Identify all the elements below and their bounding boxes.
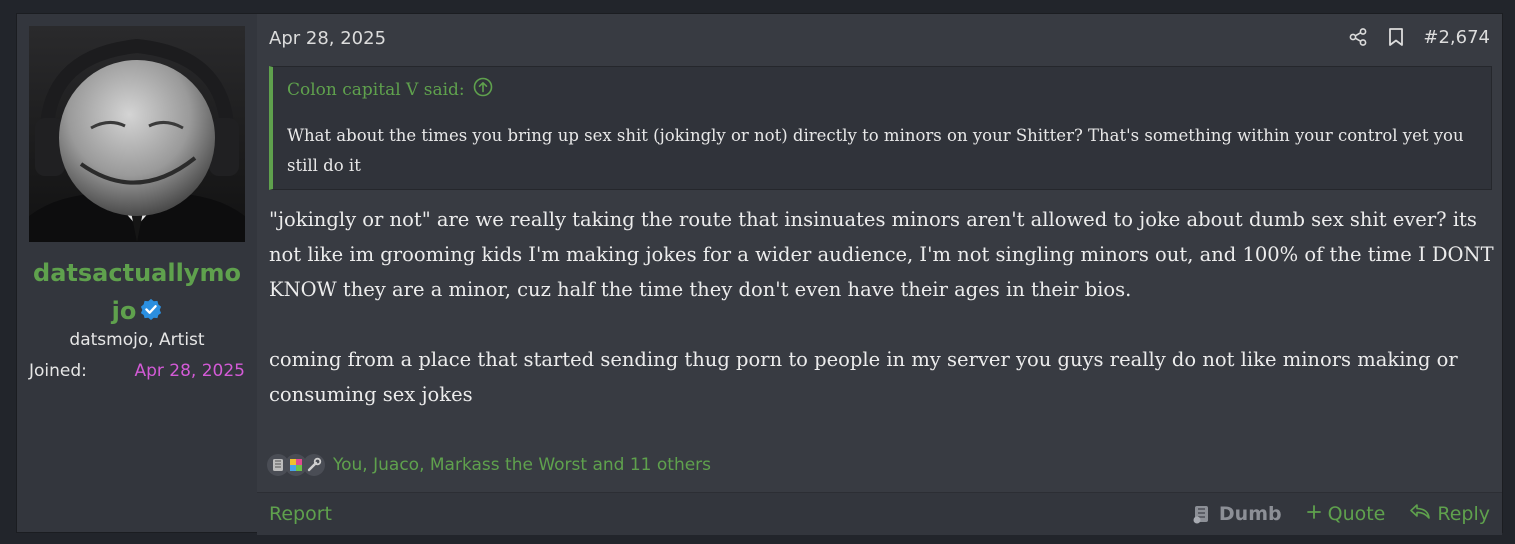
post-content: Apr 28, 2025 #2,674 Colon capital V said…	[257, 14, 1502, 535]
username-line-1[interactable]: datsactuallymo	[17, 254, 257, 292]
share-icon[interactable]	[1347, 26, 1369, 48]
jump-to-quote-icon[interactable]	[473, 77, 493, 102]
message-paragraph-2: coming from a place that started sending…	[269, 348, 1458, 406]
joined-date: Apr 28, 2025	[134, 361, 245, 381]
dumb-reaction-icon	[1193, 505, 1208, 523]
message-body: "jokingly or not" are we really taking t…	[269, 202, 1497, 412]
quote-button[interactable]: Quote	[1306, 502, 1386, 525]
quote-attribution[interactable]: Colon capital V said:	[287, 77, 493, 102]
username[interactable]: datsactuallymo jo	[17, 254, 257, 331]
reply-label: Reply	[1437, 502, 1490, 525]
reactions-bar[interactable]: You, Juaco, Markass the Worst and 11 oth…	[267, 454, 711, 476]
joined-label: Joined:	[29, 361, 87, 381]
post-footer: Report Dumb Quote Reply	[257, 492, 1502, 535]
plus-icon	[1306, 503, 1322, 525]
report-link[interactable]: Report	[269, 503, 332, 525]
post-header-actions: #2,674	[1347, 26, 1490, 48]
user-title: datsmojo, Artist	[69, 330, 205, 350]
quote-block: Colon capital V said: What about the tim…	[269, 66, 1492, 190]
avatar[interactable]	[29, 26, 245, 242]
avatar-image	[29, 26, 245, 242]
bookmark-icon[interactable]	[1385, 26, 1407, 48]
reply-icon	[1409, 502, 1431, 525]
footer-actions: Dumb Quote Reply	[1191, 502, 1490, 525]
reaction-users-link[interactable]: You, Juaco, Markass the Worst and 11 oth…	[333, 455, 711, 475]
user-info-panel: datsactuallymo jo datsmojo, Artist Joine…	[17, 14, 257, 532]
message-paragraph-1: "jokingly or not" are we really taking t…	[269, 208, 1494, 301]
dumb-label: Dumb	[1218, 502, 1282, 525]
quote-label: Quote	[1327, 502, 1386, 525]
forum-post: datsactuallymo jo datsmojo, Artist Joine…	[16, 13, 1503, 535]
username-line-2[interactable]: jo	[112, 297, 137, 325]
wrench-icon	[303, 454, 325, 476]
post-date[interactable]: Apr 28, 2025	[269, 28, 386, 49]
verified-badge-icon	[140, 293, 162, 331]
post-number-link[interactable]: #2,674	[1423, 27, 1490, 48]
dumb-reaction-button[interactable]: Dumb	[1191, 503, 1282, 525]
quote-text: What about the times you bring up sex sh…	[287, 126, 1464, 175]
reply-button[interactable]: Reply	[1409, 502, 1490, 525]
quote-author[interactable]: Colon capital V said:	[287, 80, 465, 100]
